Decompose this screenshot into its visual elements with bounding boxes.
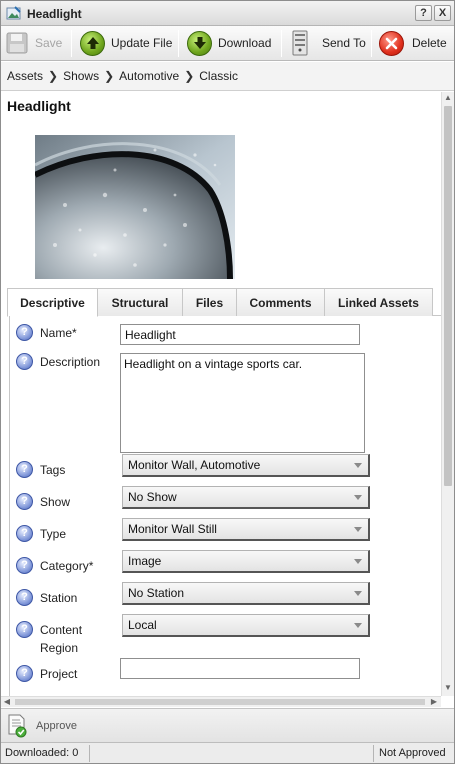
- close-button[interactable]: X: [434, 5, 451, 21]
- help-button[interactable]: ?: [415, 5, 432, 21]
- chevron-right-icon: ❯: [184, 69, 195, 83]
- tags-select[interactable]: Monitor Wall, Automotive: [122, 454, 370, 477]
- server-icon: [292, 30, 308, 56]
- delete-button[interactable]: Delete: [379, 28, 447, 58]
- tab-strip: Descriptive Structural Files Comments Li…: [7, 288, 441, 317]
- dropdown-caret-icon: [354, 463, 362, 468]
- scroll-down-icon[interactable]: ▼: [443, 683, 453, 693]
- project-input[interactable]: [120, 658, 360, 679]
- content-region-select[interactable]: Local: [122, 614, 370, 637]
- category-value: Image: [128, 554, 162, 568]
- scroll-thumb[interactable]: [444, 106, 452, 486]
- download-button[interactable]: Download: [187, 28, 271, 58]
- asset-window: Headlight ? X Save Update File Download: [0, 0, 455, 764]
- type-label: Type: [40, 527, 67, 541]
- descriptive-form: ? Name* ? Description Headlight on a vin…: [9, 316, 441, 696]
- status-bar: Downloaded: 0 Not Approved: [1, 742, 454, 763]
- scroll-right-icon[interactable]: ▶: [429, 697, 439, 707]
- name-label: Name*: [40, 326, 77, 340]
- help-icon[interactable]: ?: [16, 557, 33, 574]
- arrow-up-icon: [80, 30, 105, 56]
- help-icon[interactable]: ?: [16, 353, 33, 370]
- category-select[interactable]: Image: [122, 550, 370, 573]
- content-region-value: Local: [128, 618, 157, 632]
- help-icon[interactable]: ?: [16, 665, 33, 682]
- update-file-button[interactable]: Update File: [80, 28, 172, 58]
- delete-x-icon: [379, 30, 404, 56]
- approval-status: Not Approved: [379, 747, 446, 759]
- show-label: Show: [40, 495, 71, 509]
- tab-comments[interactable]: Comments: [236, 288, 325, 316]
- tab-files[interactable]: Files: [182, 288, 237, 316]
- help-icon[interactable]: ?: [16, 324, 33, 341]
- approve-document-icon[interactable]: [7, 714, 27, 738]
- asset-details-panel: Headlight Descriptive Structural Files C…: [1, 92, 441, 696]
- type-select[interactable]: Monitor Wall Still: [122, 518, 370, 541]
- help-icon[interactable]: ?: [16, 461, 33, 478]
- arrow-down-icon: [187, 30, 212, 56]
- horizontal-scrollbar[interactable]: ◀ ▶: [1, 696, 441, 707]
- show-select[interactable]: No Show: [122, 486, 370, 509]
- help-icon[interactable]: ?: [16, 589, 33, 606]
- content-region-label: Content Region: [40, 623, 83, 655]
- window-title: Headlight: [27, 7, 82, 21]
- description-label: Description: [40, 355, 101, 369]
- headlight-image: [35, 135, 235, 279]
- send-to-button[interactable]: Send To: [290, 28, 366, 58]
- show-value: No Show: [128, 490, 177, 504]
- title-bar: Headlight ? X: [1, 1, 454, 26]
- scroll-up-icon[interactable]: ▲: [443, 93, 453, 103]
- station-label: Station: [40, 591, 78, 605]
- dropdown-caret-icon: [354, 623, 362, 628]
- save-label: Save: [35, 36, 63, 50]
- help-icon[interactable]: ?: [16, 493, 33, 510]
- station-select[interactable]: No Station: [122, 582, 370, 605]
- tab-structural[interactable]: Structural: [97, 288, 183, 316]
- station-value: No Station: [128, 586, 185, 600]
- dropdown-caret-icon: [354, 559, 362, 564]
- tags-label: Tags: [40, 463, 66, 477]
- delete-label: Delete: [412, 36, 447, 50]
- breadcrumb: Assets ❯ Shows ❯ Automotive ❯ Classic: [1, 62, 454, 91]
- dropdown-caret-icon: [354, 527, 362, 532]
- approve-bar: Approve: [1, 708, 454, 742]
- floppy-disk-icon: [6, 32, 28, 54]
- breadcrumb-assets[interactable]: Assets: [7, 69, 43, 83]
- category-label: Category*: [40, 559, 94, 573]
- vertical-scrollbar[interactable]: ▲ ▼: [441, 92, 454, 696]
- scroll-thumb[interactable]: [15, 699, 425, 705]
- image-asset-icon: [6, 6, 21, 20]
- asset-title: Headlight: [7, 98, 71, 114]
- type-value: Monitor Wall Still: [128, 522, 217, 536]
- tab-linked-assets[interactable]: Linked Assets: [324, 288, 433, 316]
- send-to-label: Send To: [322, 36, 366, 50]
- breadcrumb-classic[interactable]: Classic: [199, 69, 238, 83]
- update-file-label: Update File: [111, 36, 173, 50]
- downloaded-count: Downloaded: 0: [5, 747, 79, 759]
- asset-thumbnail[interactable]: [35, 135, 235, 279]
- download-label: Download: [218, 36, 272, 50]
- chevron-right-icon: ❯: [104, 69, 115, 83]
- chevron-right-icon: ❯: [48, 69, 59, 83]
- dropdown-caret-icon: [354, 495, 362, 500]
- scroll-left-icon[interactable]: ◀: [2, 697, 12, 707]
- breadcrumb-automotive[interactable]: Automotive: [119, 69, 179, 83]
- tags-value: Monitor Wall, Automotive: [128, 458, 261, 472]
- toolbar: Save Update File Download Send To Delete: [1, 26, 454, 61]
- project-label: Project: [40, 667, 78, 681]
- name-input[interactable]: [120, 324, 360, 345]
- dropdown-caret-icon: [354, 591, 362, 596]
- tab-descriptive[interactable]: Descriptive: [7, 288, 98, 317]
- help-icon[interactable]: ?: [16, 621, 33, 638]
- save-button[interactable]: Save: [5, 28, 62, 58]
- description-textarea[interactable]: Headlight on a vintage sports car.: [120, 353, 365, 453]
- help-icon[interactable]: ?: [16, 525, 33, 542]
- breadcrumb-shows[interactable]: Shows: [63, 69, 99, 83]
- approve-label[interactable]: Approve: [36, 720, 77, 732]
